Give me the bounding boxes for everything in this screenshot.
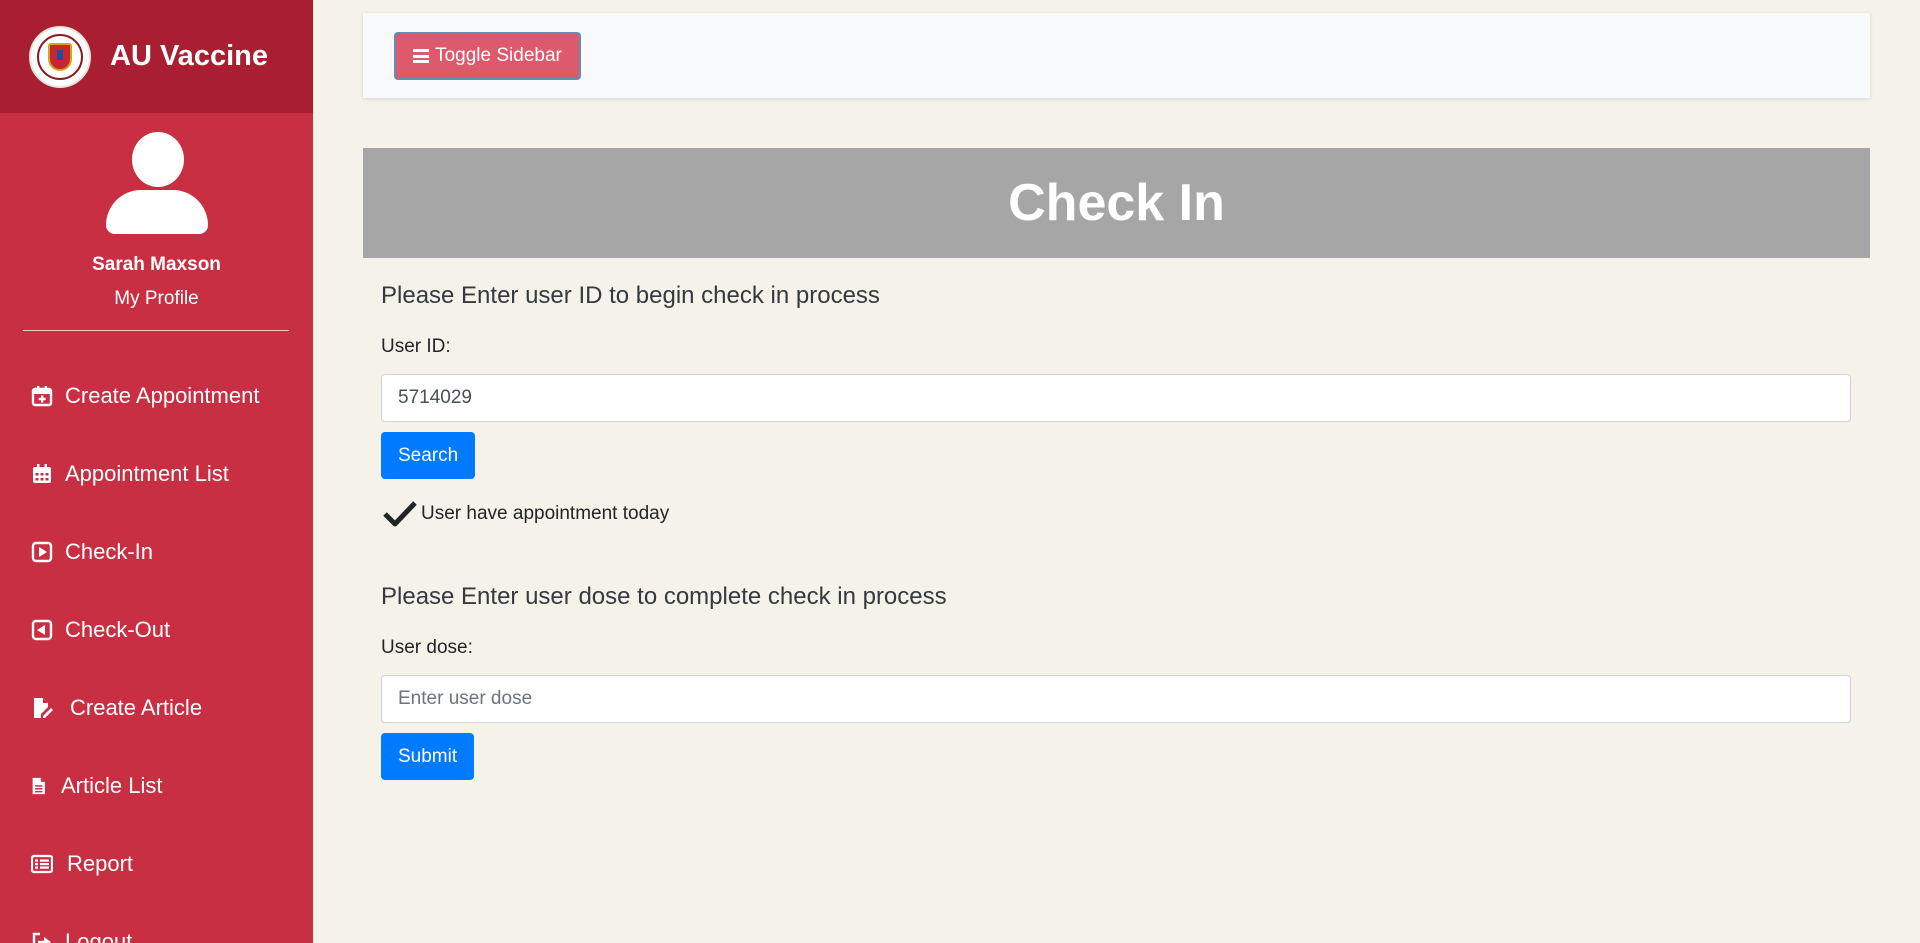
sidebar: AU Vaccine Sarah Maxson My Profile Creat… [0, 0, 313, 943]
user-dose-label: User dose: [381, 637, 473, 658]
search-button[interactable]: Search [381, 432, 476, 479]
sidebar-item-article-list[interactable]: Article List [0, 747, 313, 825]
sidebar-item-label: Check-In [65, 539, 154, 564]
sidebar-nav: Create Appointment Appointment List Chec… [0, 357, 313, 943]
checkmark-icon [383, 501, 417, 527]
appointment-status-text: User have appointment today [421, 503, 670, 524]
user-id-input[interactable] [381, 374, 1851, 422]
sidebar-item-check-in[interactable]: Check-In [0, 513, 313, 591]
checkin-instruction: Please Enter user ID to begin check in p… [381, 282, 880, 309]
arrow-right-square-icon [31, 541, 53, 563]
calendar-grid-icon [33, 464, 51, 483]
sidebar-item-check-out[interactable]: Check-Out [0, 591, 313, 669]
sidebar-item-label: Create Appointment [65, 383, 260, 408]
sidebar-item-label: Article List [61, 773, 163, 798]
toggle-sidebar-label: Toggle Sidebar [435, 45, 562, 66]
sign-out-icon [32, 932, 51, 943]
brand-title[interactable]: AU Vaccine [110, 40, 268, 73]
sidebar-item-label: Appointment List [65, 461, 229, 486]
sidebar-item-create-article[interactable]: Create Article [0, 669, 313, 747]
top-navbar: Toggle Sidebar [363, 13, 1870, 98]
dose-section: Please Enter user dose to complete check… [381, 583, 1851, 780]
checkin-form: Please Enter user ID to begin check in p… [381, 282, 1851, 780]
dose-instruction: Please Enter user dose to complete check… [381, 583, 947, 610]
submit-button[interactable]: Submit [381, 733, 475, 780]
page-title: Check In [1008, 174, 1225, 232]
sidebar-item-create-appointment[interactable]: Create Appointment [0, 357, 313, 435]
sidebar-item-label: Create Article [70, 695, 203, 720]
appointment-status: User have appointment today [381, 499, 1851, 529]
sidebar-item-report[interactable]: Report [0, 825, 313, 903]
list-report-icon [31, 854, 53, 874]
user-dose-input[interactable] [381, 675, 1851, 723]
university-logo [29, 25, 91, 88]
sidebar-item-label: Logout [65, 929, 133, 943]
sidebar-item-logout[interactable]: Logout [0, 903, 313, 943]
profile-section: Sarah Maxson My Profile [0, 113, 313, 310]
my-profile-link[interactable]: My Profile [0, 288, 313, 310]
arrow-left-square-icon [31, 619, 53, 641]
brand-bar: AU Vaccine [0, 0, 313, 113]
user-id-label: User ID: [381, 336, 451, 357]
sidebar-item-label: Check-Out [65, 617, 171, 642]
sidebar-item-appointment-list[interactable]: Appointment List [0, 435, 313, 513]
file-edit-icon [34, 698, 53, 718]
sidebar-divider [23, 330, 289, 331]
profile-name: Sarah Maxson [92, 254, 221, 275]
page-title-banner: Check In [363, 148, 1870, 258]
file-text-icon [32, 777, 45, 795]
calendar-plus-icon [31, 386, 53, 407]
sidebar-item-label: Report [67, 851, 134, 876]
hamburger-icon [413, 49, 430, 63]
toggle-sidebar-button[interactable]: Toggle Sidebar [394, 32, 581, 80]
user-avatar-icon [105, 132, 208, 234]
